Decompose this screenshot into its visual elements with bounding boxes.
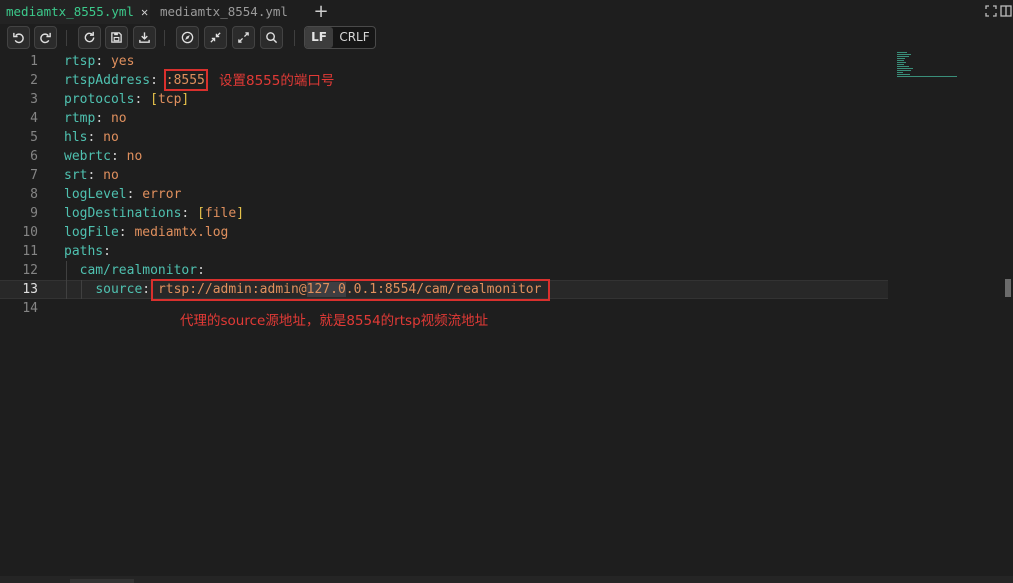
code-line: webrtc: no (64, 149, 143, 164)
compass-icon (181, 31, 194, 44)
yaml-key: paths (64, 244, 104, 259)
code-line: logFile: mediamtx.log (64, 225, 229, 240)
split-view-icon[interactable] (1000, 5, 1012, 17)
yaml-key: logDestinations (64, 206, 182, 221)
source-annotation: 代理的source源地址，就是8554的rtsp视频流地址 (180, 313, 489, 329)
reload-icon (84, 31, 95, 43)
toolbar-divider (294, 30, 295, 46)
yaml-value: yes (110, 54, 135, 69)
port-annotation: 设置8555的端口号 (219, 73, 335, 89)
fullscreen-icon[interactable] (985, 5, 997, 17)
line-number: 14 (22, 301, 38, 316)
yaml-key: cam/realmonitor (79, 263, 198, 278)
expand-icon (238, 32, 249, 43)
yaml-key: hls (64, 130, 88, 145)
tab-mediamtx-8554[interactable]: mediamtx_8554.yml (154, 0, 294, 24)
status-bar (0, 576, 1013, 583)
line-number: 5 (30, 130, 38, 145)
line-number: 6 (30, 149, 38, 164)
redo-button[interactable] (34, 26, 57, 49)
code-editor[interactable]: 1 2 3 4 5 6 7 8 9 10 11 12 13 14 rtsp: y… (0, 52, 1013, 572)
search-icon (266, 32, 278, 44)
line-number: 8 (30, 187, 38, 202)
code-line: rtsp: yes (64, 54, 135, 69)
yaml-value: mediamtx.log (134, 225, 229, 240)
code-line: rtmp: no (64, 111, 127, 126)
reload-button[interactable] (78, 26, 101, 49)
undo-icon (13, 32, 24, 44)
add-tab-icon[interactable]: + (312, 1, 330, 23)
yaml-key: rtspAddress (64, 73, 151, 88)
yaml-value: no (103, 168, 119, 183)
tab-bar: mediamtx_8555.yml ✕ mediamtx_8554.yml + (0, 0, 1013, 24)
yaml-key: rtmp (64, 111, 96, 126)
line-number: 4 (30, 111, 38, 126)
toolbar-divider (66, 30, 67, 46)
yaml-key: source (95, 282, 143, 297)
tab-label: mediamtx_8554.yml (160, 4, 288, 19)
eol-lf-option[interactable]: LF (305, 27, 333, 48)
code-line: paths: (64, 244, 111, 259)
yaml-key: logLevel (64, 187, 127, 202)
code-line: srt: no (64, 168, 119, 183)
eol-crlf-option[interactable]: CRLF (334, 27, 375, 48)
collapse-icon (210, 32, 221, 43)
save-icon (111, 32, 122, 43)
line-number: 9 (30, 206, 38, 221)
yaml-key: srt (64, 168, 88, 183)
line-number: 11 (22, 244, 38, 259)
code-line: logLevel: error (64, 187, 182, 202)
line-number: 3 (30, 92, 38, 107)
download-button[interactable] (133, 26, 156, 49)
expand-button[interactable] (232, 26, 255, 49)
search-button[interactable] (260, 26, 283, 49)
code-line: cam/realmonitor: (79, 263, 205, 278)
editor-toolbar: LF CRLF (0, 26, 1013, 51)
download-icon (139, 32, 150, 43)
redo-icon (40, 32, 51, 44)
yaml-key: rtsp (64, 54, 96, 69)
yaml-value: tcp (157, 92, 182, 107)
yaml-key: webrtc (64, 149, 111, 164)
navigate-button[interactable] (176, 26, 199, 49)
line-number: 7 (30, 168, 38, 183)
yaml-key: logFile (64, 225, 119, 240)
yaml-value: no (110, 111, 127, 126)
undo-button[interactable] (7, 26, 30, 49)
vertical-scrollbar-thumb[interactable] (1005, 279, 1011, 297)
line-number: 10 (22, 225, 38, 240)
toolbar-divider (164, 30, 165, 46)
source-highlight-box (151, 279, 550, 301)
tab-mediamtx-8555[interactable]: mediamtx_8555.yml ✕ (0, 0, 150, 24)
status-bar-segment (70, 579, 134, 583)
collapse-button[interactable] (204, 26, 227, 49)
yaml-value: file (204, 206, 237, 221)
yaml-value: no (103, 130, 119, 145)
code-line: logDestinations: [file] (64, 206, 245, 221)
line-number: 12 (22, 263, 38, 278)
minimap[interactable] (897, 52, 959, 82)
code-line: hls: no (64, 130, 119, 145)
yaml-key: protocols (64, 92, 135, 107)
line-number: 2 (30, 73, 38, 88)
line-number-current: 13 (22, 282, 38, 297)
code-line: protocols: [tcp] (64, 92, 190, 107)
close-icon[interactable]: ✕ (141, 5, 148, 19)
save-button[interactable] (105, 26, 128, 49)
tab-label: mediamtx_8555.yml (6, 4, 134, 19)
yaml-value: no (126, 149, 143, 164)
port-highlight-box (164, 69, 208, 91)
yaml-value: error (142, 187, 182, 202)
line-number: 1 (30, 54, 38, 69)
line-ending-toggle: LF CRLF (304, 26, 376, 49)
